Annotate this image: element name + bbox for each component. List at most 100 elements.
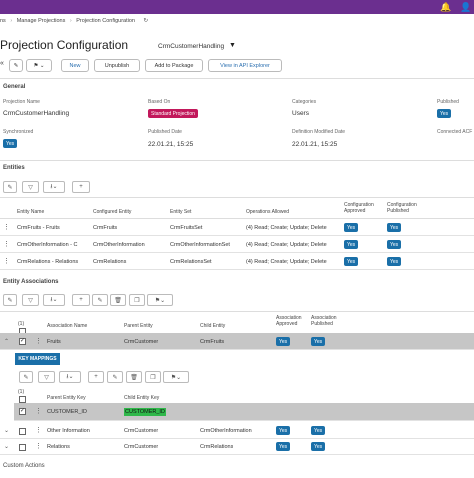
add-to-package-button[interactable]: Add to Package — [145, 59, 203, 72]
breadcrumb-separator: › — [10, 18, 13, 24]
table-row[interactable]: ⋮ CrmRelations - Relations CrmRelations … — [0, 254, 474, 270]
column-header[interactable]: Association Published — [311, 315, 345, 327]
categories-value: Users — [292, 110, 309, 117]
column-header[interactable]: Entity Set — [170, 209, 191, 215]
approved-badge: Yes — [276, 442, 291, 451]
pencil-icon[interactable]: ✎ — [92, 294, 108, 306]
column-header[interactable]: Configuration Approved — [344, 202, 384, 214]
filter-icon[interactable]: ▽ — [38, 371, 55, 383]
unpublish-button[interactable]: Unpublish — [94, 59, 140, 72]
table-row-selected[interactable]: ⌃ ✓ ⋮ Fruits CrmCustomer CrmFruits Yes Y… — [0, 333, 474, 350]
view-in-api-explorer-button[interactable]: View in API Explorer — [208, 59, 282, 72]
top-bar: 🔔 👤 — [0, 0, 474, 14]
column-header[interactable]: Association Name — [47, 323, 87, 329]
based-on-badge: Standard Projection — [148, 109, 198, 118]
actions-dropdown-button[interactable]: ⚑ ⌄ — [26, 59, 52, 72]
more-icon[interactable]: ⋮ — [35, 337, 42, 345]
breadcrumb-item[interactable]: ns — [0, 18, 6, 24]
categories-label: Categories — [292, 99, 317, 105]
edit-icon[interactable]: ✎ — [19, 371, 33, 383]
delete-icon[interactable]: 🗑 — [126, 371, 142, 383]
published-badge: Yes — [311, 337, 326, 346]
delete-icon[interactable]: 🗑 — [110, 294, 126, 306]
edit-icon[interactable]: ✎ — [3, 294, 17, 306]
definition-modified-label: Definition Modified Date — [292, 129, 346, 135]
bell-icon[interactable]: 🔔 — [440, 2, 451, 12]
table-row-selected[interactable]: ✓ ⋮ CUSTOMER_ID CUSTOMER_ID — [14, 403, 474, 421]
new-button[interactable]: New — [61, 59, 89, 72]
column-header[interactable]: Configuration Published — [387, 202, 427, 214]
select-all-checkbox[interactable] — [19, 396, 26, 403]
export-dropdown-icon[interactable]: ⭳⌄ — [43, 294, 65, 306]
association-name: Fruits — [47, 339, 61, 345]
collapse-icon[interactable]: « — [0, 60, 4, 67]
copy-icon[interactable]: ❐ — [129, 294, 145, 306]
divider — [0, 78, 474, 79]
configured-entity: CrmRelations — [93, 259, 127, 265]
filter-icon[interactable]: ▽ — [22, 181, 39, 193]
actions-dropdown-icon[interactable]: ⚑⌄ — [163, 371, 189, 383]
pencil-icon[interactable]: ✎ — [107, 371, 123, 383]
table-row[interactable]: ⋮ CrmOtherInformation - C CrmOtherInform… — [0, 237, 474, 253]
export-dropdown-icon[interactable]: ⭳⌄ — [43, 181, 65, 193]
entity-set: CrmFruitsSet — [170, 225, 203, 231]
toolbar: « ✎ ⚑ ⌄ New Unpublish Add to Package Vie… — [0, 59, 474, 72]
table-row[interactable]: ⌄ ⋮ Other Information CrmCustomer CrmOth… — [0, 423, 474, 439]
entity-set: CrmOtherInformationSet — [170, 242, 230, 248]
definition-modified-value: 22.01.21, 15:25 — [292, 141, 338, 148]
projection-name-value: CrmCustomerHandling — [3, 110, 70, 117]
row-checkbox[interactable] — [19, 444, 26, 451]
association-name: Other Information — [47, 428, 90, 434]
filter-icon[interactable]: ▽ — [22, 294, 39, 306]
parent-entity: CrmCustomer — [124, 444, 159, 450]
breadcrumb-item[interactable]: Manage Projections — [17, 18, 66, 24]
published-badge: Yes — [311, 442, 326, 451]
more-icon[interactable]: ⋮ — [35, 407, 42, 415]
breadcrumb-item[interactable]: Projection Configuration — [76, 18, 135, 24]
add-icon[interactable]: + — [72, 294, 90, 306]
column-header[interactable]: Child Entity — [200, 323, 225, 329]
more-icon[interactable]: ⋮ — [3, 257, 10, 265]
caret-down-icon[interactable]: ▼ — [229, 42, 236, 49]
column-header[interactable]: Configured Entity — [93, 209, 131, 215]
column-header[interactable]: Child Entity Key — [124, 395, 159, 401]
configured-entity: CrmFruits — [93, 225, 118, 231]
column-header[interactable]: Association Approved — [276, 315, 310, 327]
column-header[interactable]: Parent Entity Key — [47, 395, 86, 401]
column-header[interactable]: Operations Allowed — [246, 209, 289, 215]
breadcrumb-separator: › — [69, 18, 72, 24]
person-icon[interactable]: 👤 — [460, 2, 471, 12]
actions-dropdown-icon[interactable]: ⚑⌄ — [147, 294, 173, 306]
edit-icon[interactable]: ✎ — [3, 181, 17, 193]
column-header[interactable]: Entity Name — [17, 209, 44, 215]
row-checkbox[interactable]: ✓ — [19, 338, 26, 345]
published-date-value: 22.01.21, 15:25 — [148, 141, 194, 148]
chevron-down-icon[interactable]: ⌄ — [4, 443, 9, 450]
more-icon[interactable]: ⋮ — [3, 240, 10, 248]
published-label: Published — [437, 99, 459, 105]
more-icon[interactable]: ⋮ — [35, 426, 42, 434]
tab-key-mappings[interactable]: KEY MAPPINGS — [15, 353, 60, 365]
page-title: Projection Configuration — [0, 38, 129, 52]
chevron-up-icon[interactable]: ⌃ — [4, 338, 9, 345]
add-icon[interactable]: + — [72, 181, 90, 193]
more-icon[interactable]: ⋮ — [3, 223, 10, 231]
table-row[interactable]: ⌄ ⋮ Relations CrmCustomer CrmRelations Y… — [0, 439, 474, 455]
chevron-down-icon[interactable]: ⌄ — [4, 427, 9, 434]
approved-badge: Yes — [276, 337, 291, 346]
export-dropdown-icon[interactable]: ⭳⌄ — [59, 371, 81, 383]
more-icon[interactable]: ⋮ — [35, 442, 42, 450]
section-entities: Entities — [3, 165, 25, 171]
row-checkbox[interactable] — [19, 428, 26, 435]
child-entity: CrmRelations — [200, 444, 234, 450]
edit-button[interactable]: ✎ — [9, 59, 23, 72]
operations-allowed: (4) Read; Create; Update; Delete — [246, 225, 327, 231]
column-header[interactable]: Parent Entity — [124, 323, 153, 329]
copy-icon[interactable]: ❐ — [145, 371, 161, 383]
based-on-label: Based On — [148, 99, 171, 105]
refresh-icon[interactable]: ↻ — [143, 18, 148, 24]
row-checkbox[interactable]: ✓ — [19, 408, 26, 415]
add-icon[interactable]: + — [88, 371, 104, 383]
table-row[interactable]: ⋮ CrmFruits - Fruits CrmFruits CrmFruits… — [0, 220, 474, 236]
breadcrumb: ns › Manage Projections › Projection Con… — [0, 18, 151, 28]
